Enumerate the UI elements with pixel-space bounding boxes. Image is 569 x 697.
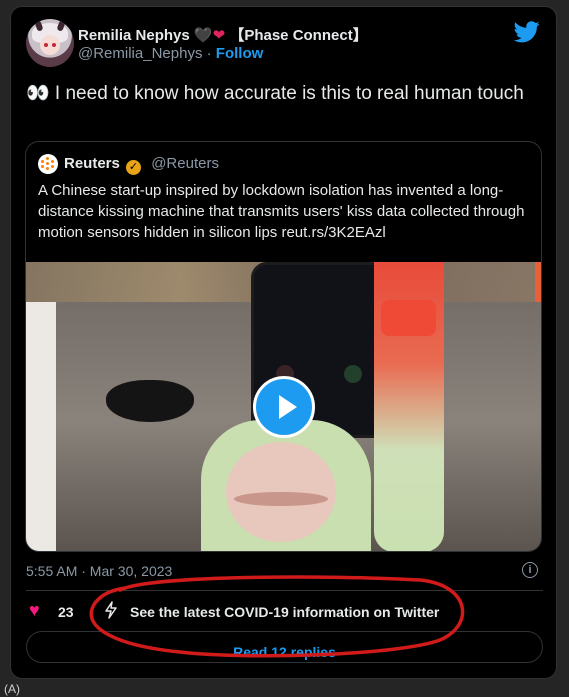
info-icon[interactable]: i xyxy=(522,562,538,578)
play-icon[interactable] xyxy=(253,376,315,438)
divider xyxy=(26,590,543,591)
separator-dot: · xyxy=(206,45,212,62)
figure-caption: (A) xyxy=(4,682,20,696)
verified-badge-icon: ✓ xyxy=(126,160,142,175)
red-heart-icon: ❤ xyxy=(212,27,226,44)
author-avatar[interactable] xyxy=(26,19,74,67)
heart-icon[interactable]: ♥ xyxy=(29,600,40,621)
author-affiliation: 【Phase Connect】 xyxy=(229,27,368,44)
black-heart-icon: 🖤 xyxy=(193,27,213,44)
video-thumbnail[interactable] xyxy=(26,262,541,551)
quote-author-name[interactable]: Reuters xyxy=(64,155,120,172)
author-name[interactable]: Remilia Nephys xyxy=(78,27,190,44)
read-replies-button[interactable]: Read 12 replies xyxy=(26,631,543,663)
tweet-timestamp[interactable]: 5:55 AM · Mar 30, 2023 xyxy=(26,563,172,579)
quote-author-handle[interactable]: @Reuters xyxy=(151,155,219,172)
quote-text: A Chinese start-up inspired by lockdown … xyxy=(38,182,525,241)
quoted-tweet[interactable]: Reuters ✓ @Reuters A Chinese start-up in… xyxy=(25,141,542,552)
twitter-bird-icon[interactable] xyxy=(514,21,540,43)
like-count[interactable]: 23 xyxy=(58,604,74,620)
quote-author-row: Reuters ✓ @Reuters xyxy=(64,155,219,175)
reuters-logo xyxy=(38,154,58,174)
author-handle-row: @Remilia_Nephys · Follow xyxy=(78,45,263,62)
author-name-row[interactable]: Remilia Nephys 🖤❤ 【Phase Connect】 xyxy=(78,24,368,45)
lightning-icon xyxy=(105,601,117,619)
author-handle[interactable]: @Remilia_Nephys xyxy=(78,45,202,62)
tweet-card: Remilia Nephys 🖤❤ 【Phase Connect】 @Remil… xyxy=(10,6,557,679)
tweet-text: 👀 I need to know how accurate is this to… xyxy=(26,83,524,104)
covid-info-link[interactable]: See the latest COVID-19 information on T… xyxy=(130,604,439,620)
follow-button[interactable]: Follow xyxy=(216,45,264,62)
